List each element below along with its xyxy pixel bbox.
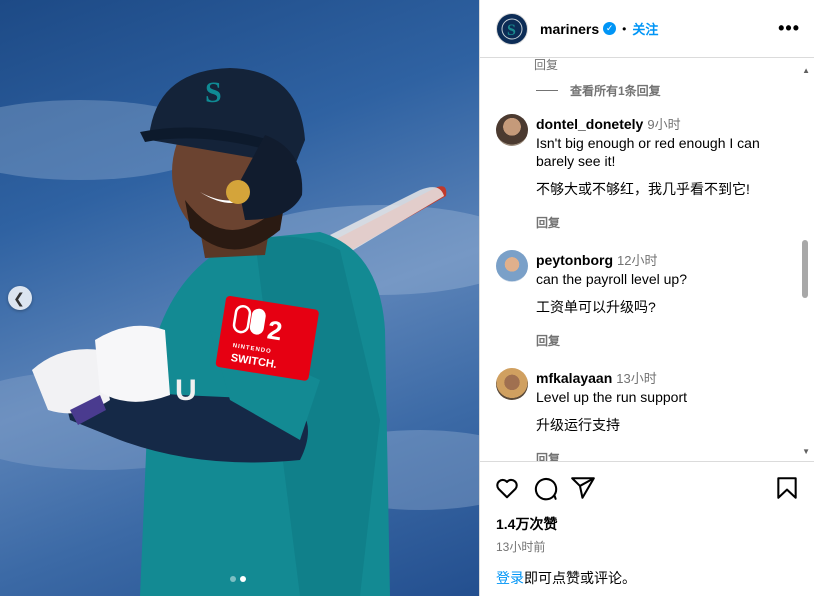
- comment-icon[interactable]: [532, 475, 558, 501]
- comments-list[interactable]: 回复 查看所有1条回复 dontel_donetely 9小时 Isn't big…: [480, 58, 814, 462]
- player-photo-illustration: S U 2 NINTENDO SWITCH.: [0, 68, 479, 596]
- comment-username[interactable]: mfkalayaan: [536, 370, 612, 386]
- reply-button[interactable]: 回复: [536, 214, 796, 231]
- mariners-logo-icon[interactable]: S: [496, 12, 528, 45]
- post-username[interactable]: mariners: [540, 21, 599, 37]
- svg-text:U: U: [175, 374, 197, 407]
- scroll-up-arrow-icon[interactable]: ▲: [802, 66, 810, 75]
- carousel-indicator: [230, 576, 246, 582]
- comment-item: dontel_donetely 9小时 Isn't big enough or r…: [496, 114, 796, 231]
- comment-translation: 不够大或不够红，我几乎看不到它!: [536, 181, 750, 197]
- comment-username[interactable]: dontel_donetely: [536, 116, 643, 132]
- comment-translation: 升级运行支持: [536, 417, 620, 433]
- comment-item: mfkalayaan 13小时 Level up the run support …: [496, 368, 796, 461]
- view-replies-label: 查看所有1条回复: [570, 84, 661, 98]
- heart-icon[interactable]: [494, 475, 520, 501]
- share-icon[interactable]: [570, 475, 596, 501]
- svg-text:S: S: [507, 22, 516, 39]
- avatar[interactable]: [496, 250, 528, 282]
- view-replies-button[interactable]: 查看所有1条回复: [536, 82, 661, 99]
- reply-button[interactable]: 回复: [536, 450, 796, 461]
- bookmark-icon[interactable]: [774, 475, 800, 501]
- avatar[interactable]: [496, 114, 528, 146]
- follow-button[interactable]: 关注: [632, 19, 658, 38]
- carousel-prev-button[interactable]: ❮: [8, 286, 32, 310]
- post-header: S mariners ✓ • 关注 •••: [480, 0, 814, 58]
- comment-time: 13小时: [616, 371, 657, 386]
- divider-line: [536, 90, 558, 91]
- nintendo-switch-patch: 2 NINTENDO SWITCH.: [215, 296, 319, 381]
- login-prompt: 登录即可点赞或评论。: [480, 568, 814, 596]
- reply-button[interactable]: 回复: [536, 332, 796, 349]
- comment-time: 9小时: [647, 117, 681, 132]
- carousel-dot-active: [240, 576, 246, 582]
- post-photo[interactable]: S U 2 NINTENDO SWITCH. ❮: [0, 0, 479, 596]
- header-separator: •: [622, 21, 627, 36]
- comment-translation: 工资单可以升级吗?: [536, 299, 656, 315]
- more-options-button[interactable]: •••: [778, 18, 800, 39]
- comment-time: 12小时: [617, 253, 658, 268]
- comment-text: can the payroll level up?: [536, 271, 687, 287]
- login-link[interactable]: 登录: [496, 570, 524, 586]
- svg-text:S: S: [205, 76, 222, 109]
- comment-item: peytonborg 12小时 can the payroll level up?…: [496, 250, 796, 349]
- comments-scrollbar[interactable]: ▲ ▼: [800, 58, 812, 461]
- post-side-panel: S mariners ✓ • 关注 ••• 回复 查看所有1条回复 dontel…: [479, 0, 814, 596]
- chevron-left-icon: ❮: [13, 290, 25, 306]
- post-timestamp: 13小时前: [496, 540, 546, 554]
- post-viewer: S U 2 NINTENDO SWITCH. ❮ S mariners ✓ • …: [0, 0, 814, 596]
- post-actions-bar: [480, 462, 814, 514]
- verified-badge-icon: ✓: [603, 22, 617, 35]
- carousel-dot: [230, 576, 236, 582]
- avatar[interactable]: [496, 368, 528, 400]
- comment-text: Level up the run support: [536, 389, 687, 405]
- reply-button[interactable]: 回复: [534, 58, 558, 73]
- scroll-thumb[interactable]: [802, 240, 808, 298]
- comment-username[interactable]: peytonborg: [536, 252, 613, 268]
- likes-count[interactable]: 1.4万次赞: [480, 514, 814, 534]
- scroll-down-arrow-icon[interactable]: ▼: [802, 447, 810, 456]
- login-prompt-text: 即可点赞或评论。: [524, 570, 636, 586]
- comment-text: Isn't big enough or red enough I can bar…: [536, 135, 760, 169]
